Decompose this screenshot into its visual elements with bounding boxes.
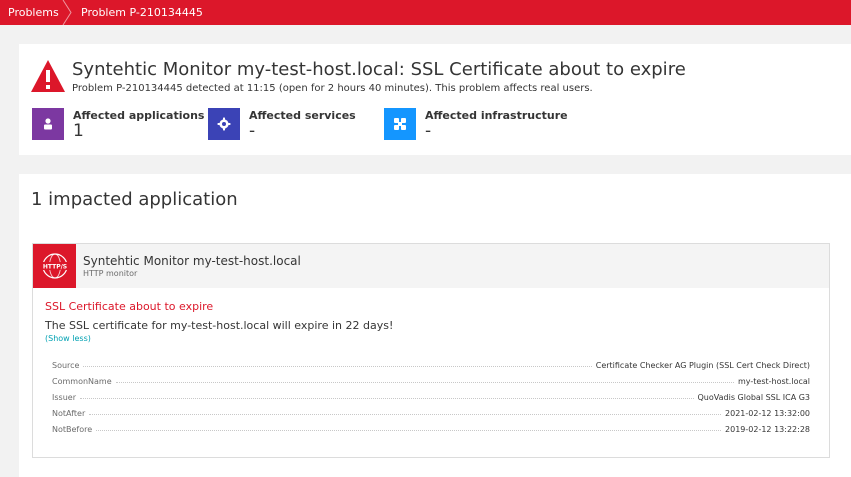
- impacted-applications-card: 1 impacted application HTTP/S Syntehtic …: [19, 174, 851, 477]
- breadcrumb-current-problem[interactable]: Problem P-210134445: [81, 0, 203, 25]
- property-leader: [79, 398, 694, 399]
- application-type: HTTP monitor: [83, 269, 138, 278]
- property-leader: [96, 430, 722, 431]
- infrastructure-icon: [384, 108, 416, 140]
- http-monitor-icon: HTTP/S: [33, 244, 76, 288]
- property-row: NotAfter 2021-02-12 13:32:00: [52, 402, 810, 418]
- show-less-link[interactable]: (Show less): [45, 334, 91, 343]
- property-value: QuoVadis Global SSL ICA G3: [697, 393, 811, 402]
- http-badge-text: HTTP/S: [42, 264, 66, 271]
- application-name[interactable]: Syntehtic Monitor my-test-host.local: [83, 254, 301, 268]
- property-value: my-test-host.local: [738, 377, 810, 386]
- affected-services[interactable]: Affected services -: [208, 108, 378, 142]
- property-row: CommonName my-test-host.local: [52, 370, 810, 386]
- property-key: Source: [52, 361, 80, 370]
- property-leader: [89, 414, 722, 415]
- service-gear-icon: [208, 108, 240, 140]
- property-row: Source Certificate Checker AG Plugin (SS…: [52, 354, 810, 370]
- problem-header-card: Syntehtic Monitor my-test-host.local: SS…: [19, 44, 851, 155]
- property-value: 2019-02-12 13:22:28: [725, 425, 810, 434]
- property-key: CommonName: [52, 377, 112, 386]
- impacted-applications-title: 1 impacted application: [31, 189, 238, 210]
- affected-infrastructure-label: Affected infrastructure: [425, 109, 568, 122]
- application-icon: [32, 108, 64, 140]
- application-header[interactable]: HTTP/S Syntehtic Monitor my-test-host.lo…: [33, 244, 829, 288]
- breadcrumb-separator-icon: [62, 0, 72, 25]
- event-description: The SSL certificate for my-test-host.loc…: [45, 319, 394, 332]
- affected-services-label: Affected services: [249, 109, 356, 122]
- affected-services-count: -: [249, 121, 256, 141]
- property-key: NotAfter: [52, 409, 86, 418]
- warning-triangle-icon: [31, 60, 65, 92]
- affected-applications[interactable]: Affected applications 1: [32, 108, 205, 142]
- event-title: SSL Certificate about to expire: [45, 300, 214, 313]
- property-row: NotBefore 2019-02-12 13:22:28: [52, 418, 810, 434]
- breadcrumb-problems[interactable]: Problems: [8, 0, 59, 25]
- affected-infrastructure-count: -: [425, 121, 432, 141]
- property-key: Issuer: [52, 393, 76, 402]
- affected-applications-count: 1: [73, 121, 84, 141]
- property-value: Certificate Checker AG Plugin (SSL Cert …: [595, 361, 810, 370]
- property-leader: [115, 382, 735, 383]
- affected-applications-label: Affected applications: [73, 109, 205, 122]
- breadcrumb: Problems Problem P-210134445: [0, 0, 851, 25]
- affected-infrastructure[interactable]: Affected infrastructure -: [384, 108, 584, 142]
- problem-subtitle: Problem P-210134445 detected at 11:15 (o…: [72, 83, 593, 94]
- property-leader: [83, 366, 592, 367]
- property-key: NotBefore: [52, 425, 93, 434]
- impacted-application-item: HTTP/S Syntehtic Monitor my-test-host.lo…: [32, 243, 830, 458]
- problem-title: Syntehtic Monitor my-test-host.local: SS…: [72, 59, 686, 80]
- property-value: 2021-02-12 13:32:00: [725, 409, 810, 418]
- property-row: Issuer QuoVadis Global SSL ICA G3: [52, 386, 810, 402]
